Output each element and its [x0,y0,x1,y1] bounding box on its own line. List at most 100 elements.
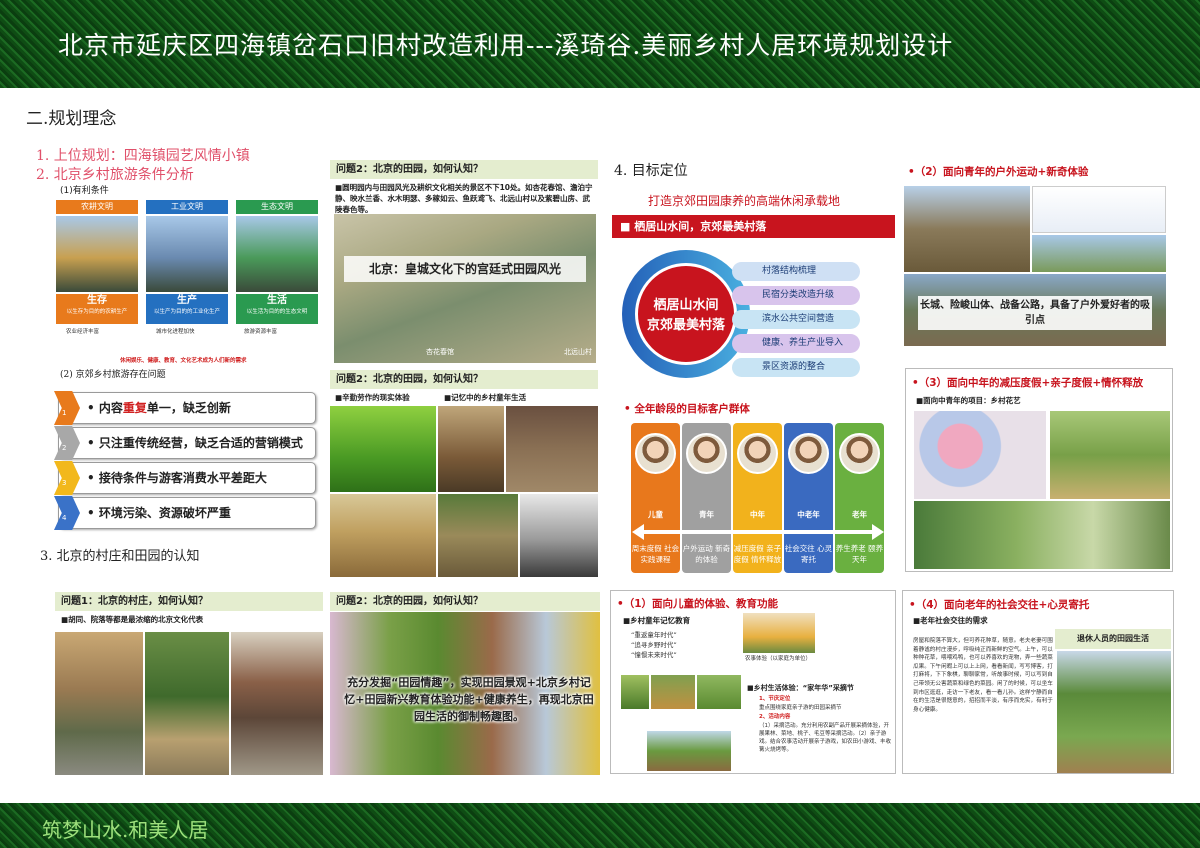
age-group-label: 中老年 [797,510,820,519]
ox-plough-photo [438,406,504,492]
civ-header: 农耕文明 [56,200,138,214]
kids-line-3: “憧憬未来时代” [631,651,677,659]
festival-heading-1: 1、节庆定位 [759,696,791,702]
civ-desc: 以生产为目的的工业化生产 [153,309,220,315]
elderly-paragraph: 房屋和院落不算大，但可养花种草，随意。老夫老妻可围着静谧的村庄漫步，呼吸纯正而新… [913,638,1053,713]
problem-number: 3 [62,479,67,487]
gate-photo [231,632,323,775]
elderly-title: •（4）面向老年的社会交往+心灵寄托 [909,599,1090,611]
civ-footer: 生产 以生产为目的的工业化生产 [146,294,228,324]
target-title: 4. 目标定位 [614,163,688,179]
planning-item-2: 2. 北京乡村旅游条件分析 [36,167,194,183]
civ-bullet-1: 农业经济丰富 [66,329,100,335]
garden-question-bar-2: 问题2：北京的田园，如何认知？ [330,370,598,389]
youth-title: •（2）面向青年的户外运动+新奇体验 [908,166,1089,178]
strategy-pill: 村落结构梳理 [732,262,860,281]
painting-label-1: 杏花春馆 [426,348,454,356]
elderly-subtitle: ■老年社会交往的需求 [913,616,988,625]
problem-number: 2 [62,444,67,452]
age-arrow [632,524,884,540]
kids-line-2: “追寻乡野时代” [631,641,677,649]
strategy-pill: 滨水公共空间营造 [732,310,860,329]
target-core-line-2: 京郊最美村落 [646,318,725,333]
age-group-label: 老年 [852,510,867,519]
strategy-pill: 健康、养生产业导入 [732,334,860,353]
garden-vision-panel: 问题2：北京的田园，如何认知？ 充分发掘“田园情趣”，实现田园景观+北京乡村记忆… [330,592,600,775]
painting-label-2: 北远山村 [564,348,592,356]
picking-photo-2 [651,675,695,709]
target-banner: ■ 栖居山水间，京郊最美村落 [612,215,895,238]
palace-painting: 北京：皇城文化下的宫廷式田园风光 杏花春馆 北远山村 [334,214,596,363]
civ-bullet-2: 城市化进程加快 [156,329,195,335]
age-group-photo [839,433,880,474]
strategy-pill: 民宿分类改造升级 [732,286,860,305]
flower-art-photo-1 [914,411,1046,499]
village-question-bar: 问题1：北京的村庄，如何认知？ [55,592,323,611]
problem-text: • 内容 [87,401,123,415]
age-group-photo [737,433,778,474]
kids-title: •（1）面向儿童的体验、教育功能 [617,598,779,610]
mountain-road-photo: 长城、险峻山体、战备公路，具备了户外爱好者的吸引点 [904,274,1166,346]
civ-desc: 以生存为目的的农耕生产 [66,309,128,315]
favorable-subtitle: (1)有利条件 [60,186,109,196]
footer-slogan: 筑梦山水.和美人居 [42,818,209,842]
age-group-label: 儿童 [648,510,663,519]
civ-footer: 生存以生存为目的的农耕生产 [56,294,138,324]
problem-item: • 只注重传统经营，缺乏合适的营销模式 [58,427,316,459]
youth-caption: 长城、险峻山体、战备公路，具备了户外爱好者的吸引点 [918,296,1152,330]
middle-age-title: •（3）面向中年的减压度假+亲子度假+情怀释放 [912,377,1144,389]
civ-photo [236,216,318,292]
strategy-pill: 景区资源的整合 [732,358,860,377]
village-subtitle: ■胡同、院落等都是最浓缩的北京文化代表 [61,615,204,624]
rural-life-panel: 问题2：北京的田园，如何认知？ ■辛勤劳作的现实体验 ■记忆中的乡村童年生活 [330,370,598,577]
problem-item: • 环境污染、资源破坏严重 [58,497,316,529]
problem-text: • 环境污染、资源破坏严重 [87,506,231,520]
garden-question-bar-1: 问题2：北京的田园，如何认知？ [330,160,598,179]
age-group-label: 青年 [699,510,714,519]
farm-experience-caption: 农事体验（以家庭为单位） [745,656,812,662]
civ-key: 生活 [267,295,287,306]
problem-item: • 接待条件与游客消费水平差距大 [58,462,316,494]
rice-field-photo [330,406,436,492]
new-demand-note: 休闲娱乐、健康、教育、文化艺术成为人们新的需求 [120,358,247,364]
target-core: 栖居山水间 京郊最美村落 [635,263,737,365]
civ-photo [56,216,138,292]
great-wall-photo [904,186,1030,272]
childhood-bw-photo [520,494,598,577]
garden-history-panel: 问题2：北京的田园，如何认知？ ■圆明园内与田园风光及耕织文化相关的景区不下10… [330,160,598,363]
picking-photo-3 [697,675,741,709]
festival-text-1: 重点围绕家庭亲子游的田园采摘节 [759,705,842,711]
flower-art-photo-2 [1050,411,1170,499]
age-group-column: 老年养生养老 颐养天年 [835,423,884,573]
age-group-desc: 养生养老 颐养天年 [835,544,884,564]
village-panel: 问题1：北京的村庄，如何认知？ ■胡同、院落等都是最浓缩的北京文化代表 [55,592,323,775]
problem-highlight: 重复 [122,401,147,415]
age-group-photo [635,433,676,474]
civ-key: 生存 [87,295,107,306]
family-game-photo [647,731,731,771]
kids-line-1: “重返童年时代” [631,631,677,639]
civ-footer: 生活 以生活为目的的生态文明 [236,294,318,324]
painting-caption: 北京：皇城文化下的宫廷式田园风光 [344,256,586,282]
age-group-column: 青年 户外运动 新奇的体验 [682,423,731,573]
festival-text-2: （1）采摘活动。充分利用农副产品开展采摘体验，开展果林、菜地、桃子、毛豆等采摘活… [759,723,892,753]
cognition-title: 3. 北京的村庄和田园的认知 [40,549,200,564]
youth-panel: •（2）面向青年的户外运动+新奇体验 长城、险峻山体、战备公路，具备了户外爱好者… [902,160,1170,348]
picking-photo-1 [621,675,649,709]
page-title: 北京市延庆区四海镇岔石口旧村改造利用---溪琦谷.美丽乡村人居环境规划设计 [58,31,954,60]
festival-heading-2: 2、活动内容 [759,714,791,720]
target-core-line-1: 栖居山水间 [653,298,719,313]
garden-history-text: ■圆明园内与田园风光及耕织文化相关的景区不下10处。如杏花春馆、澹泊宁静、映水兰… [335,183,593,214]
problem-number: 4 [62,514,67,522]
courtyard-photo [145,632,229,775]
flower-art-photo-3 [914,501,1170,569]
problem-item: • 内容重复单一，缺乏创新 [58,392,316,424]
age-group-column: 中老年 社会交往 心灵寄托 [784,423,833,573]
age-group-desc: 减压度假 亲子度假 情怀释放 [733,544,782,564]
problem-text-end: 单一，缺乏创新 [146,401,231,415]
garden-vision-text: 充分发掘“田园情趣”，实现田园景观+北京乡村记忆+田园新兴教育体验功能+健康养生… [344,676,594,723]
retiree-tag: 退休人员的田园生活 [1055,629,1171,649]
target-subtitle: 打造京郊田园康养的高端休闲承载地 [648,194,841,208]
farm-work-photo [506,406,598,492]
age-group-photo [788,433,829,474]
